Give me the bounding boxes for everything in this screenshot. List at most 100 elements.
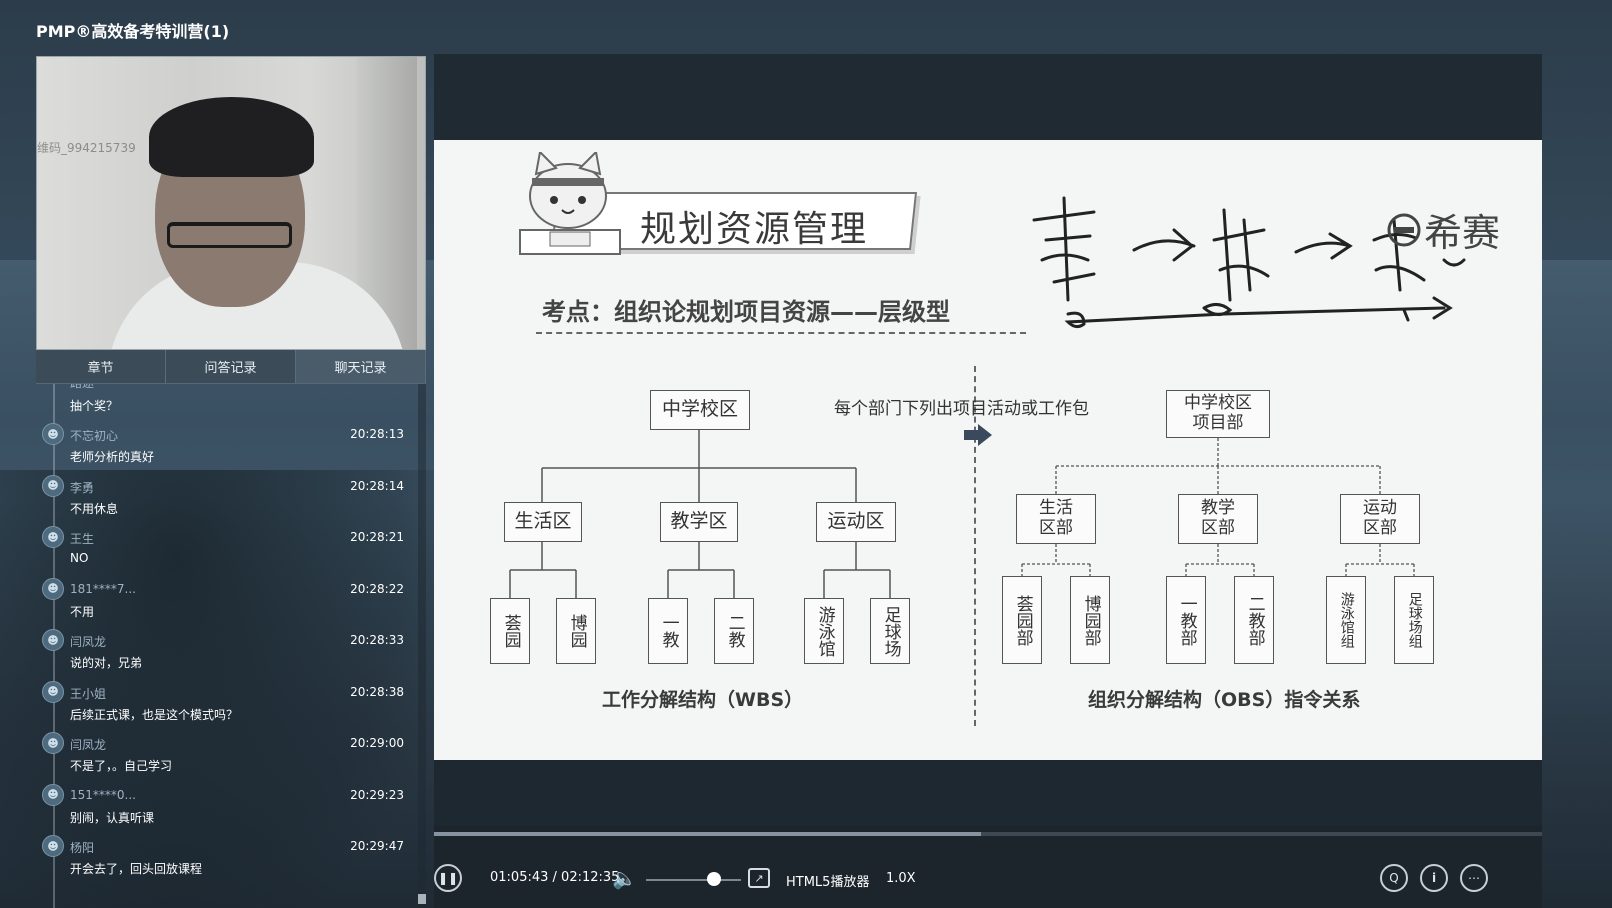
chat-username: 路途 (70, 384, 94, 391)
wbs-leaf: 荟园 (490, 598, 530, 664)
right-arrow-icon (964, 424, 992, 446)
tab-chat-records[interactable]: 聊天记录 (296, 350, 426, 383)
volume-icon[interactable]: 🔈 (612, 866, 637, 890)
wbs-node: 运动区 (816, 502, 896, 542)
more-button[interactable]: ⋯ (1460, 864, 1488, 892)
chat-timestamp: 20:28:38 (350, 684, 404, 699)
chat-avatar-icon: ☻ (42, 577, 64, 600)
qa-button[interactable]: Q (1380, 864, 1408, 892)
player-type-label: HTML5播放器 (786, 875, 870, 890)
chat-avatar-icon: ☻ (42, 474, 64, 497)
obs-node: 生活区部 (1016, 494, 1096, 544)
wbs-leaf: 一教 (648, 598, 688, 664)
chat-timestamp: 20:28:22 (350, 581, 404, 596)
chat-message-text: 不用休息 (70, 501, 119, 516)
obs-leaf: 博园部 (1070, 576, 1110, 664)
chat-message: ☻ 闫凤龙 20:28:33 说的对，兄弟 (36, 627, 418, 679)
info-icon: i (1431, 871, 1437, 885)
chat-message: ☻ 不忘初心 20:28:13 老师分析的真好 (36, 421, 418, 473)
app-title: PMP®高效备考特训营(1) (36, 22, 230, 41)
glasses (167, 222, 292, 248)
pause-icon: ❚❚ (437, 871, 459, 885)
info-button[interactable]: i (1420, 864, 1448, 892)
chat-message: ☻ 王生 20:28:21 NO (36, 524, 418, 576)
obs-leaf: 游泳馆组 (1326, 576, 1366, 664)
obs-leaf: 荟园部 (1002, 576, 1042, 664)
chat-message: ☻ 闫凤龙 20:29:00 不是了，。自己学习 (36, 730, 418, 782)
time-display: 01:05:43 / 02:12:35 (490, 870, 620, 885)
tab-chapters[interactable]: 章节 (36, 350, 166, 383)
progress-fill[interactable] (434, 832, 982, 836)
chat-username: 闫凤龙 (70, 635, 107, 649)
slide: 规划资源管理 希赛 考点：组织论规划项目资源——层级型 每个部门下列出项目活动或… (434, 140, 1542, 760)
chat-scroll-thumb[interactable] (418, 894, 426, 904)
chat-message-text: 后续正式课，也是这个模式吗？ (70, 707, 239, 722)
volume-knob[interactable] (707, 872, 722, 886)
wbs-leaf: 游泳馆 (804, 598, 844, 664)
obs-caption: 组织分解结构（OBS）指令关系 (1088, 689, 1361, 711)
chat-message-text: 不是了，。自己学习 (70, 759, 173, 773)
chat-timestamp: 20:28:21 (350, 530, 404, 544)
chat-username: 杨阳 (70, 841, 95, 855)
obs-leaf: 足球场组 (1394, 576, 1434, 664)
obs-root: 中学校区项目部 (1166, 390, 1270, 438)
obs-leaf: 一教部 (1166, 576, 1206, 664)
chat-avatar-icon: ☻ (42, 680, 64, 703)
wbs-root: 中学校区 (650, 390, 750, 430)
chat-avatar-icon: ☻ (42, 629, 64, 651)
wbs-node: 生活区 (504, 502, 582, 542)
wbs-leaf: 博园 (556, 598, 596, 664)
volume-slider[interactable] (646, 879, 741, 881)
side-tabs: 章节 问答记录 聊天记录 (36, 350, 426, 384)
chat-message: ☻ 李勇 20:28:14 不用休息 (36, 473, 418, 525)
chat-avatar-icon: ☻ (42, 423, 64, 445)
obs-leaf: 二教部 (1234, 576, 1274, 664)
chat-avatar-icon: ☻ (42, 732, 64, 754)
webcam-watermark: 维码_994215739 (37, 141, 136, 155)
screen-icon[interactable]: ↗ (748, 868, 770, 888)
speed-button[interactable]: 1.0X (886, 871, 916, 886)
chat-message: ☻ 杨阳 20:29:47 开会去了，回头回放课程 (36, 833, 418, 885)
tab-qa-records[interactable]: 问答记录 (166, 350, 296, 383)
center-note: 每个部门下列出项目活动或工作包 (834, 399, 1089, 419)
qa-icon: Q (1389, 871, 1399, 885)
chat-username: 闫凤龙 (70, 738, 107, 752)
chat-timestamp: 20:29:23 (350, 787, 404, 802)
chat-timestamp: 20:28:13 (350, 427, 404, 441)
chat-username: 王生 (70, 532, 95, 546)
chat-timestamp: 20:28:33 (350, 633, 404, 647)
pause-button[interactable]: ❚❚ (434, 864, 462, 892)
chat-username: 王小姐 (70, 686, 107, 701)
chat-username: 李勇 (70, 480, 95, 495)
obs-node: 教学区部 (1178, 494, 1258, 544)
chat-message: ☻ 王小姐 20:28:38 后续正式课，也是这个模式吗？ (36, 679, 418, 731)
chat-message: ☻ 151****0... 20:29:23 别闹，认真听课 (36, 782, 418, 834)
chat-timestamp: 20:29:00 (350, 736, 404, 750)
chat-message-text: 别闹，认真听课 (70, 810, 155, 825)
chat-timestamp: 20:29:47 (350, 839, 404, 853)
chat-list[interactable]: 路途 抽个奖？ ☻ 不忘初心 20:28:13 老师分析的真好 ☻ 李勇 20:28:14 不… (36, 384, 418, 908)
obs-node: 运动区部 (1340, 494, 1420, 544)
section-divider (974, 366, 976, 726)
chat-message-text: 不用 (70, 604, 95, 619)
chat-timestamp: 20:28:14 (350, 478, 404, 493)
tree-connectors (509, 429, 1415, 598)
wbs-leaf: 足球场 (870, 598, 910, 664)
chat-avatar-icon: ☻ (42, 835, 64, 857)
wbs-node: 教学区 (660, 502, 738, 542)
more-icon: ⋯ (1468, 871, 1480, 885)
teacher-webcam: 维码_994215739 (36, 56, 426, 350)
wbs-leaf: 二教 (714, 598, 754, 664)
chat-message-text: 抽个奖？ (70, 399, 119, 413)
chat-message-text: 老师分析的真好 (70, 450, 155, 464)
chat-message: ☻ 181****7... 20:28:22 不用 (36, 576, 418, 628)
wbs-caption: 工作分解结构（WBS） (602, 689, 804, 711)
player-controls: ❚❚ 01:05:43 / 02:12:35 🔈 ↗ HTML5播放器 1.0X… (434, 826, 1542, 908)
video-player: 规划资源管理 希赛 考点：组织论规划项目资源——层级型 每个部门下列出项目活动或… (434, 54, 1542, 908)
chat-avatar-icon: ☻ (42, 783, 64, 806)
chat-message-text: 说的对，兄弟 (70, 656, 143, 670)
chat-username: 181****7... (70, 581, 136, 596)
chat-scrollbar[interactable] (418, 384, 426, 908)
chat-message-text: NO (70, 551, 89, 565)
chat-avatar-icon: ☻ (42, 526, 64, 548)
